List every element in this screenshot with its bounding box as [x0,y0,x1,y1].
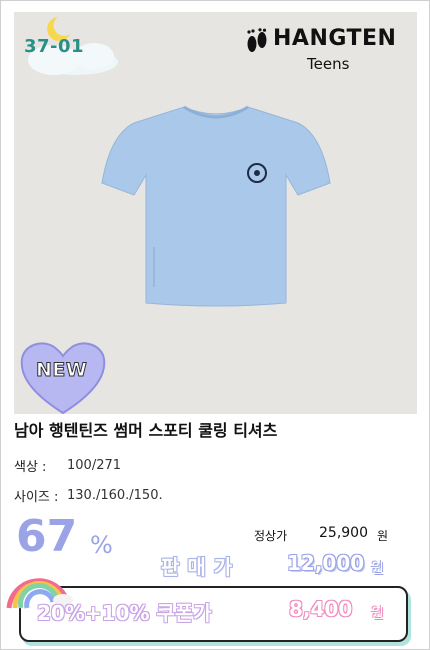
product-code-badge: 37-01 [14,12,124,82]
tshirt-image [101,105,331,307]
coupon-price: 8,400 [289,597,353,621]
brand-logo: HANGTEN Teens [237,22,407,76]
regular-price: 25,900 [319,525,368,541]
brand-name: HANGTEN [273,26,397,51]
size-value: 130./160./150. [67,488,163,503]
product-code: 37-01 [24,36,85,57]
footprints-icon [247,28,267,52]
product-card[interactable]: 37-01 HANGTEN Teens NEW 남아 행텐틴즈 썸머 스포티 쿨… [0,0,430,650]
color-value: 100/271 [67,458,122,473]
size-label: 사이즈 : [14,490,59,505]
regular-price-label: 정상가 [254,529,288,543]
discount-unit: % [90,531,113,559]
coupon-price-label: 20%+10% 쿠폰가 [37,601,212,625]
sale-price: 12,000 [287,551,365,575]
regular-price-unit: 원 [377,529,389,543]
brand-sub: Teens [307,55,350,73]
product-title[interactable]: 남아 행텐틴즈 썸머 스포티 쿨링 티셔츠 [14,417,277,441]
sale-price-label: 판매가 [161,555,241,579]
coupon-price-unit: 원 [371,606,384,622]
new-label: NEW [35,359,88,382]
discount-rate: 67 [16,511,78,562]
product-photo[interactable]: 37-01 HANGTEN Teens NEW [14,12,417,414]
sale-price-unit: 원 [371,561,384,577]
new-badge: NEW [18,337,108,414]
color-label: 색상 : [14,460,47,475]
